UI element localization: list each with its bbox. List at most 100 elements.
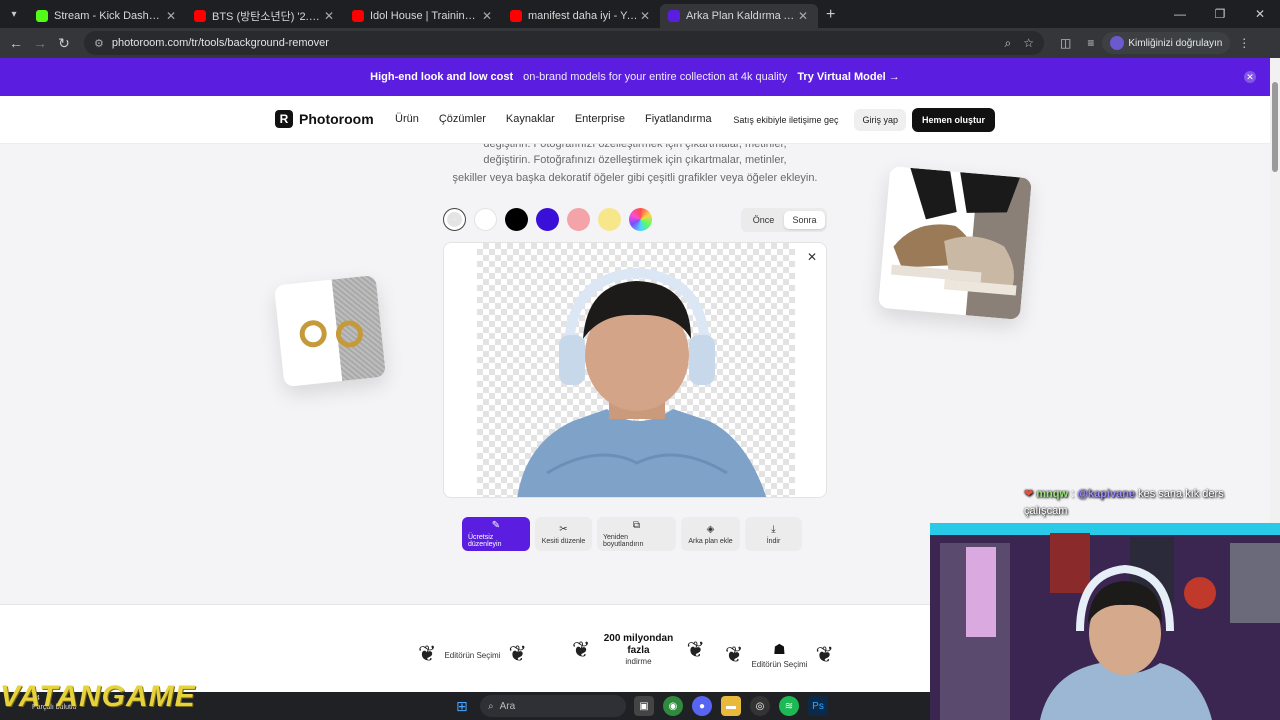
intro-line-cut: değiştirin. Fotoğrafınızı özelleştirmek …: [483, 144, 787, 150]
browser-tab[interactable]: Idol House | Training 04 | Eğitim ✕: [344, 4, 502, 28]
resize-icon: ⧉: [632, 520, 641, 531]
tab-title: Arka Plan Kaldırma Aracı: Ücret: [686, 10, 796, 22]
download-button[interactable]: ⤓ İndir: [745, 517, 802, 551]
bookmark-star-icon[interactable]: ☆: [1023, 36, 1034, 50]
youtube-favicon-icon: [510, 10, 522, 22]
toggle-after[interactable]: Sonra: [784, 211, 825, 229]
header-actions: Satış ekibiyle iletişime geç Giriş yap H…: [733, 108, 995, 132]
add-background-button[interactable]: ◈ Arka plan ekle: [681, 517, 740, 551]
image-preview: ✕: [443, 242, 827, 498]
task-view-icon[interactable]: ▣: [634, 696, 654, 716]
resize-button[interactable]: ⧉ Yeniden boyutlandırın: [597, 517, 676, 551]
taskbar-search[interactable]: ⌕ Ara: [480, 695, 626, 717]
browser-tab-bar: ▾ Stream - Kick Dashboard ✕ BTS (방탄소년단) …: [0, 0, 1280, 28]
file-explorer-icon[interactable]: ▬: [721, 696, 741, 716]
photoshop-icon[interactable]: Ps: [808, 696, 828, 716]
login-button[interactable]: Giriş yap: [854, 109, 906, 131]
tab-title: BTS (방탄소년단) '2.0' Official M: [212, 11, 322, 23]
photoroom-favicon-icon: [668, 10, 680, 22]
close-preview-icon[interactable]: ✕: [804, 249, 820, 265]
award-android: ❦ ☗ Editörün Seçimi ❦: [725, 641, 834, 669]
tab-close-icon[interactable]: ✕: [322, 9, 336, 23]
laurel-left-icon: ❦: [725, 642, 744, 667]
edit-cutout-button[interactable]: ✂ Kesiti düzenle: [535, 517, 592, 551]
toggle-before[interactable]: Önce: [743, 211, 784, 229]
windows-start-icon[interactable]: ⊞: [456, 698, 468, 715]
restore-icon[interactable]: ❐: [1200, 7, 1240, 21]
swatch-black[interactable]: [505, 208, 528, 231]
laurel-left-icon: ❦: [418, 641, 437, 666]
site-info-icon[interactable]: ⚙: [94, 37, 104, 50]
back-icon[interactable]: ←: [4, 35, 28, 51]
media-control-icon[interactable]: ≡: [1087, 36, 1094, 50]
zoom-search-icon[interactable]: ⌕: [1005, 36, 1012, 51]
swatch-white[interactable]: [474, 208, 497, 231]
vatangame-watermark-logo: VATANGAME: [0, 680, 196, 713]
url-text: photoroom.com/tr/tools/background-remove…: [111, 37, 329, 49]
free-edit-button[interactable]: ✎ Ücretsiz düzenleyin: [462, 517, 530, 551]
tool-label: Yeniden boyutlandırın: [603, 534, 644, 548]
chat-username: mnqw: [1036, 488, 1069, 500]
browser-tab[interactable]: Stream - Kick Dashboard ✕: [28, 4, 186, 28]
swatch-yellow[interactable]: [598, 208, 621, 231]
swatch-transparent[interactable]: [443, 208, 466, 231]
earrings-example-card: [273, 274, 387, 388]
brand-logo[interactable]: R Photoroom: [275, 110, 374, 128]
laurel-right-icon: ❦: [686, 636, 705, 662]
award-label: indirme: [625, 657, 652, 666]
site-header: R Photoroom Ürün Çözümler Kaynaklar Ente…: [0, 96, 1270, 144]
earrings-image: [299, 320, 363, 348]
menu-kebab-icon[interactable]: ⋮: [1238, 36, 1250, 50]
tab-close-icon[interactable]: ✕: [796, 9, 810, 23]
extensions-icon[interactable]: ◫: [1060, 36, 1071, 50]
profile-button[interactable]: Kimliğinizi doğrulayın: [1102, 32, 1231, 54]
close-window-icon[interactable]: ✕: [1240, 7, 1280, 21]
streamer-webcam-overlay: [930, 523, 1280, 720]
award-apple: ❦ Editörün Seçimi ❦: [418, 641, 527, 667]
swatch-pink[interactable]: [567, 208, 590, 231]
minimize-icon[interactable]: —: [1160, 7, 1200, 21]
signup-button[interactable]: Hemen oluştur: [911, 108, 995, 132]
award-headline: 200 milyondan fazla: [603, 633, 674, 656]
swatch-purple[interactable]: [536, 208, 559, 231]
scrollbar-thumb[interactable]: [1272, 82, 1278, 172]
browser-tab-active[interactable]: Arka Plan Kaldırma Aracı: Ücret ✕: [660, 4, 818, 28]
contact-sales-link[interactable]: Satış ekibiyle iletişime geç: [733, 115, 838, 125]
promo-text: on-brand models for your entire collecti…: [523, 71, 788, 83]
promo-close-icon[interactable]: ✕: [1244, 71, 1256, 83]
promo-link[interactable]: Try Virtual Model →: [797, 71, 900, 83]
tab-close-icon[interactable]: ✕: [164, 9, 178, 23]
avatar: [1110, 36, 1125, 50]
laurel-right-icon: ❦: [508, 641, 527, 666]
nav-link-kaynaklar[interactable]: Kaynaklar: [506, 113, 555, 125]
spotify-icon[interactable]: ≋: [779, 696, 799, 716]
discord-icon[interactable]: ●: [692, 696, 712, 716]
nav-link-urun[interactable]: Ürün: [395, 113, 419, 125]
main-nav: Ürün Çözümler Kaynaklar Enterprise Fiyat…: [395, 113, 732, 125]
swatch-rainbow[interactable]: [629, 208, 652, 231]
profile-label: Kimliğinizi doğrulayın: [1128, 37, 1223, 49]
browser-tab[interactable]: BTS (방탄소년단) '2.0' Official M ✕: [186, 4, 344, 28]
new-tab-icon[interactable]: +: [818, 6, 843, 24]
scissors-icon: ✂: [559, 523, 568, 535]
obs-icon[interactable]: ◎: [750, 696, 770, 716]
chat-badge-icon: ❤: [1024, 488, 1034, 500]
nav-link-enterprise[interactable]: Enterprise: [575, 113, 625, 125]
before-after-toggle: Önce Sonra: [741, 208, 827, 232]
tab-close-icon[interactable]: ✕: [480, 9, 494, 23]
award-label: Editörün Seçimi: [444, 650, 501, 660]
tab-close-icon[interactable]: ✕: [638, 9, 652, 23]
tool-label: Arka plan ekle: [688, 537, 733, 545]
laurel-right-icon: ❦: [815, 642, 834, 667]
tab-title: Stream - Kick Dashboard: [54, 10, 164, 22]
reload-icon[interactable]: ↻: [52, 35, 76, 52]
url-input[interactable]: ⚙ photoroom.com/tr/tools/background-remo…: [84, 31, 1044, 55]
youtube-favicon-icon: [352, 10, 364, 22]
nav-link-cozumler[interactable]: Çözümler: [439, 113, 486, 125]
chrome-icon[interactable]: ◉: [663, 696, 683, 716]
nav-link-fiyatlandirma[interactable]: Fiyatlandırma: [645, 113, 712, 125]
forward-icon[interactable]: →: [28, 35, 52, 51]
stream-chat-message: ❤ mnqw : @kapivane kes sana kık ders çal…: [1024, 488, 1224, 517]
tab-search-menu-icon[interactable]: ▾: [0, 0, 28, 28]
browser-tab[interactable]: manifest daha iyi - YouTube ✕: [502, 4, 660, 28]
